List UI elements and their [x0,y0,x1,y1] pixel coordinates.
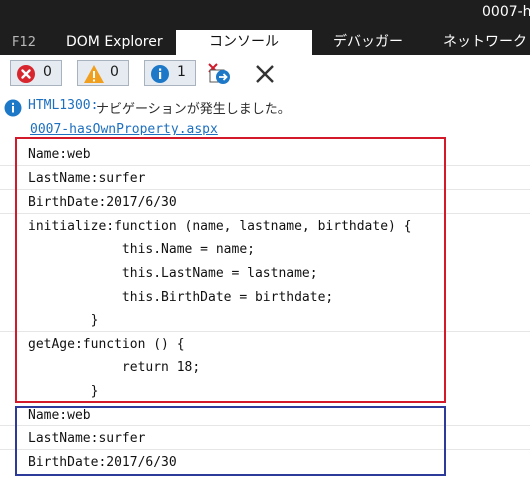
console-output: HTML1300: ナビゲーションが発生しました。 0007-hasOwnPro… [0,93,530,478]
tab-network[interactable]: ネットワーク [443,30,527,55]
devtools-tab-bar: F12 DOM Explorer コンソール デバッガー ネットワーク [0,30,530,55]
red-highlight-box [15,137,446,403]
blue-highlight-box [15,406,446,476]
title-bar: 0007-has [0,0,530,30]
tab-dom-explorer[interactable]: DOM Explorer [66,30,163,55]
tab-f12[interactable]: F12 [12,30,36,55]
clear-on-navigate-icon[interactable] [206,61,234,87]
info-count: 1 [177,64,186,80]
tab-debugger[interactable]: デバッガー [333,30,403,55]
message-code: HTML1300: [28,98,99,113]
error-icon [17,65,35,83]
message-text: ナビゲーションが発生しました。 [96,102,291,117]
tab-console[interactable]: コンソール [176,30,312,55]
warning-icon [84,65,104,83]
warning-filter-button[interactable]: 0 [77,60,129,86]
error-count: 0 [43,64,52,80]
close-icon[interactable] [254,63,276,85]
console-toolbar: 0 0 1 [0,55,530,93]
error-filter-button[interactable]: 0 [10,60,62,86]
info-icon [151,65,169,83]
warning-count: 0 [110,64,119,80]
navigation-message: HTML1300: ナビゲーションが発生しました。 0007-hasOwnPro… [0,93,530,141]
window-title: 0007-has [482,4,530,20]
source-link[interactable]: 0007-hasOwnProperty.aspx [30,122,218,135]
info-filter-button[interactable]: 1 [144,60,196,86]
info-icon [4,99,22,117]
